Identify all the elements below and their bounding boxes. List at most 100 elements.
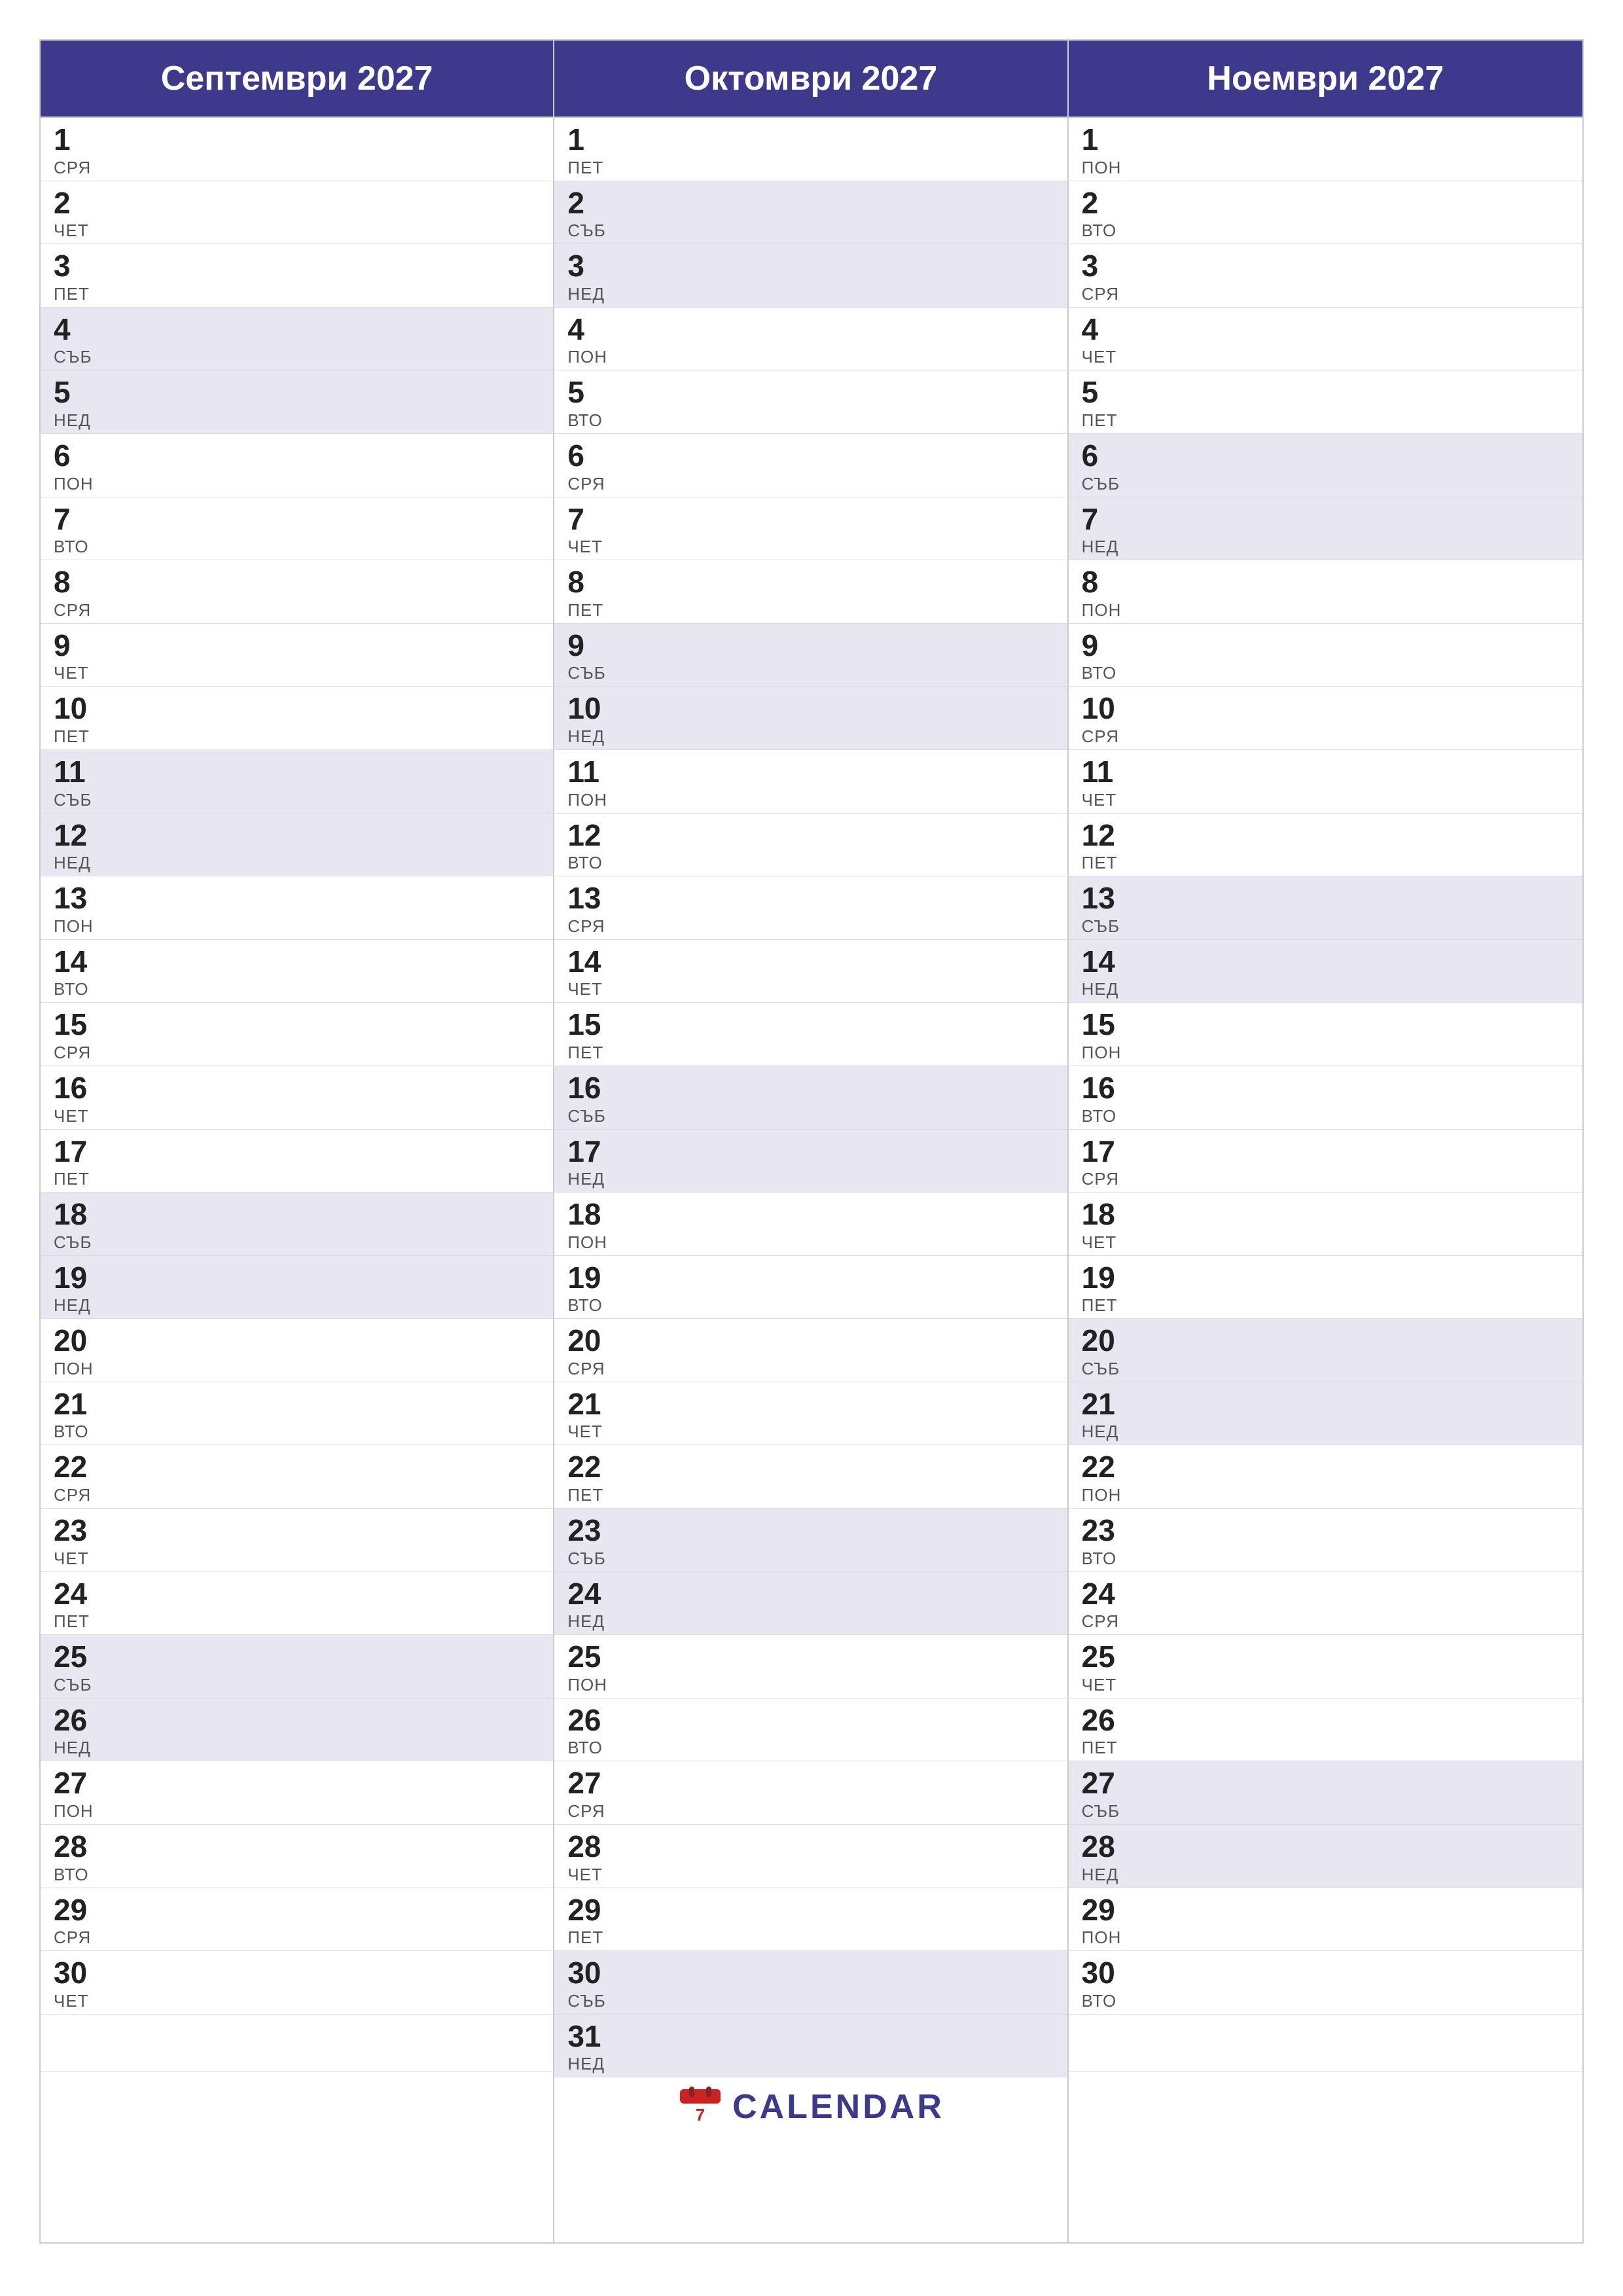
day-row: 21НЕД [1069,1382,1582,1446]
day-name: ВТО [54,1422,540,1442]
day-number: 28 [1082,1830,1569,1863]
day-number: 15 [1082,1008,1569,1041]
day-number: 13 [567,882,1054,915]
day-name: СЪБ [567,1549,1054,1569]
day-row: 10НЕД [554,687,1067,750]
day-row: 8ПОН [1069,560,1582,624]
day-row: 20СРЯ [554,1319,1067,1382]
day-number: 29 [54,1893,540,1927]
day-number: 6 [567,439,1054,473]
day-number: 1 [567,123,1054,156]
day-row: 24ПЕТ [41,1572,553,1636]
day-row: 19НЕД [41,1256,553,1319]
day-number: 18 [1082,1198,1569,1231]
day-row: 15СРЯ [41,1003,553,1066]
day-number: 7 [567,503,1054,536]
day-name: ПЕТ [567,1928,1054,1948]
day-number: 10 [1082,692,1569,725]
day-name: ПОН [54,1801,540,1821]
day-name: СЪБ [1082,474,1569,494]
day-number: 2 [54,187,540,220]
day-name: СРЯ [1082,1169,1569,1189]
day-name: ЧЕТ [567,979,1054,999]
day-row: 3СРЯ [1069,244,1582,308]
day-name: НЕД [567,2054,1054,2074]
day-name: ЧЕТ [1082,790,1569,810]
day-name: ВТО [54,1865,540,1885]
day-name: ПОН [1082,1928,1569,1948]
day-number: 16 [54,1071,540,1105]
day-name: ПОН [54,916,540,937]
day-number: 11 [1082,755,1569,789]
day-row: 11ПОН [554,750,1067,814]
day-row: 16ЧЕТ [41,1066,553,1130]
day-row: 31НЕД [554,2015,1067,2078]
day-row: 2ЧЕТ [41,181,553,245]
day-row: 18ЧЕТ [1069,1193,1582,1256]
day-row: 23ЧЕТ [41,1509,553,1572]
day-row: 28ЧЕТ [554,1825,1067,1888]
day-number: 19 [54,1261,540,1295]
day-number: 21 [1082,1388,1569,1421]
day-number: 21 [567,1388,1054,1421]
day-row: 12ПЕТ [1069,814,1582,877]
day-row: 11ЧЕТ [1069,750,1582,814]
day-row: 29ПЕТ [554,1888,1067,1952]
day-name: ВТО [1082,663,1569,683]
day-number: 21 [54,1388,540,1421]
day-name: НЕД [54,1738,540,1758]
day-row: 26НЕД [41,1698,553,1762]
day-row: 9СЪБ [554,624,1067,687]
day-number: 25 [54,1640,540,1674]
day-name: ВТО [1082,221,1569,241]
day-name: НЕД [1082,979,1569,999]
day-row: 24СРЯ [1069,1572,1582,1636]
page: Септември 20271СРЯ2ЧЕТ3ПЕТ4СЪБ5НЕД6ПОН7В… [0,0,1623,2296]
day-name: ВТО [567,1295,1054,1316]
day-name: НЕД [1082,537,1569,557]
day-name: ЧЕТ [54,221,540,241]
day-row: 15ПЕТ [554,1003,1067,1066]
day-row: 30СЪБ [554,1951,1067,2015]
empty-row [1069,2015,1582,2072]
day-number: 15 [54,1008,540,1041]
day-number: 1 [54,123,540,156]
day-row: 3ПЕТ [41,244,553,308]
day-number: 3 [54,249,540,283]
day-name: ПЕТ [54,726,540,747]
day-name: СЪБ [567,221,1054,241]
day-name: ПЕТ [567,1485,1054,1505]
day-row: 23ВТО [1069,1509,1582,1572]
empty-row [41,2072,553,2130]
day-name: СРЯ [54,1928,540,1948]
day-name: ВТО [567,853,1054,873]
day-name: СЪБ [1082,1359,1569,1379]
day-number: 23 [567,1514,1054,1547]
day-name: НЕД [567,726,1054,747]
day-number: 30 [567,1956,1054,1990]
day-number: 29 [1082,1893,1569,1927]
day-row: 15ПОН [1069,1003,1582,1066]
day-name: ВТО [567,1738,1054,1758]
day-row: 6СРЯ [554,434,1067,497]
month-header-september: Септември 2027 [41,41,553,118]
day-number: 30 [54,1956,540,1990]
day-name: ПОН [1082,600,1569,620]
day-number: 9 [54,629,540,662]
day-number: 11 [54,755,540,789]
day-name: ПОН [54,474,540,494]
day-name: СРЯ [1082,726,1569,747]
day-name: ПОН [54,1359,540,1379]
day-row: 9ВТО [1069,624,1582,687]
day-name: СЪБ [1082,916,1569,937]
day-row: 17СРЯ [1069,1130,1582,1193]
day-name: ЧЕТ [567,537,1054,557]
day-name: ПЕТ [567,158,1054,178]
day-row: 19ПЕТ [1069,1256,1582,1319]
day-number: 6 [54,439,540,473]
day-number: 12 [567,819,1054,852]
day-row: 22ПЕТ [554,1445,1067,1509]
day-number: 14 [54,945,540,978]
day-number: 10 [54,692,540,725]
day-number: 20 [1082,1324,1569,1357]
